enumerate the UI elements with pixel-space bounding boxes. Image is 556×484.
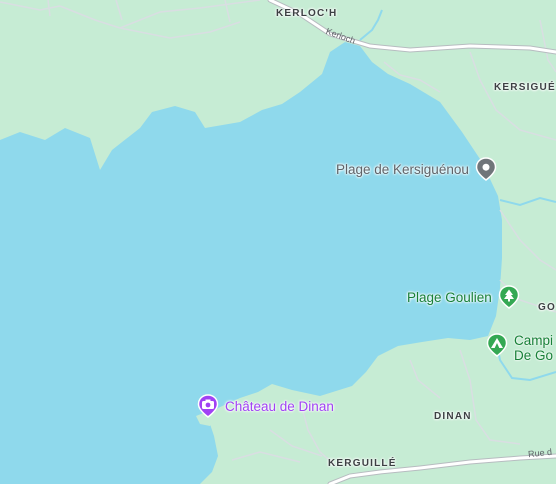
place-label-goulien: GO [538,302,556,313]
poi-camping[interactable]: Campi De Go [486,333,553,363]
pin-icon [475,157,497,181]
place-label-kerloch: KERLOC'H [276,8,338,19]
poi-chateau-dinan[interactable]: Château de Dinan [197,394,334,418]
tree-icon [498,285,520,309]
tent-icon [486,333,508,357]
poi-label-line2: De Go [514,348,554,363]
place-label-kerguille: KERGUILLÉ [328,458,397,469]
map-canvas[interactable]: KERLOC'H KERSIGUÉ GO DINAN KERGUILLÉ Ker… [0,0,556,484]
poi-label: Château de Dinan [225,398,334,414]
poi-plage-kersiguenou[interactable]: Plage de Kersiguénou [336,157,497,181]
poi-label-line1: Campi [514,333,554,348]
poi-label: Plage de Kersiguénou [336,161,469,177]
place-label-dinan: DINAN [434,411,472,422]
poi-plage-goulien[interactable]: Plage Goulien [407,285,520,309]
poi-label: Plage Goulien [407,289,492,305]
camera-icon [197,394,219,418]
place-label-kersiguenou: KERSIGUÉ [494,82,556,93]
